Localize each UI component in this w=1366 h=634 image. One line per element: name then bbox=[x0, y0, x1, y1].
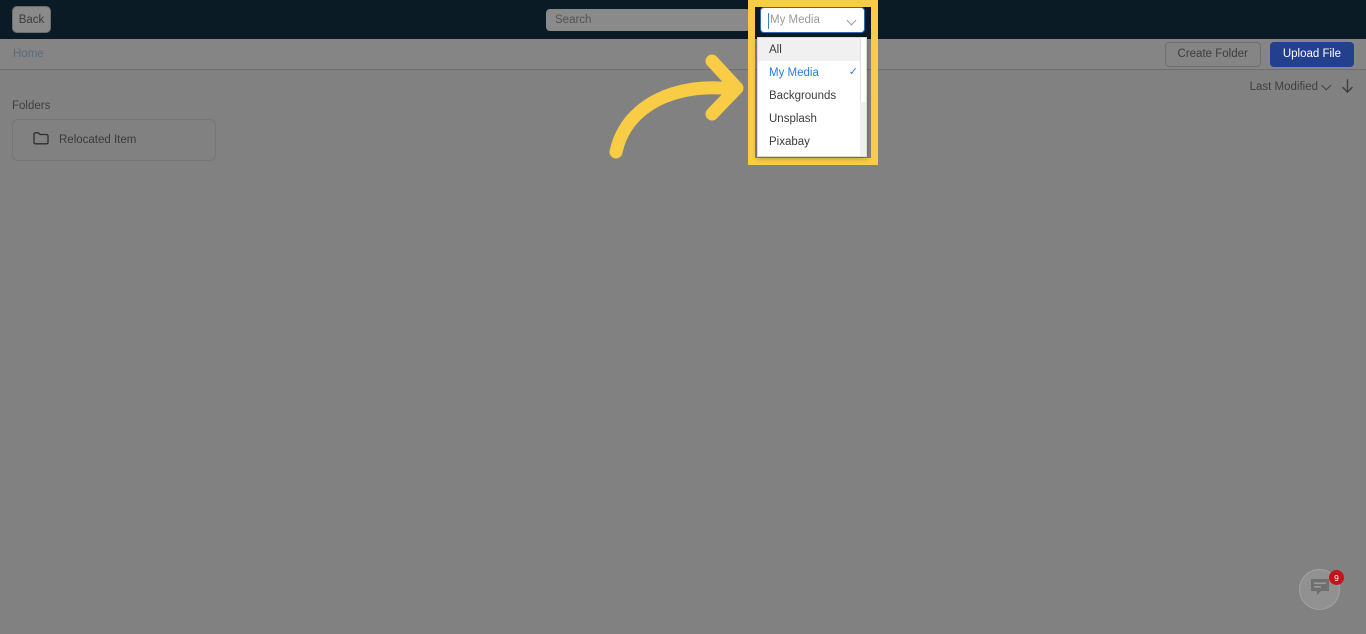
upload-file-button[interactable]: Upload File bbox=[1269, 41, 1354, 67]
media-source-select-control[interactable]: My Media bbox=[760, 7, 865, 33]
dropdown-option-pixabay[interactable]: Pixabay bbox=[758, 130, 866, 153]
dropdown-option-label: Pixabay bbox=[769, 135, 810, 148]
chat-bubble-icon bbox=[1309, 577, 1331, 602]
dropdown-scrollbar[interactable] bbox=[860, 38, 866, 156]
text-caret bbox=[768, 13, 769, 29]
dropdown-option-label: Backgrounds bbox=[769, 89, 837, 102]
chevron-down-icon bbox=[848, 16, 857, 25]
dropdown-option-label: My Media bbox=[769, 66, 819, 79]
search-input[interactable]: Search bbox=[546, 9, 750, 31]
chevron-down-icon bbox=[1323, 82, 1332, 91]
media-source-dropdown-menu[interactable]: All My Media ✓ Backgrounds Unsplash Pixa… bbox=[757, 37, 867, 157]
breadcrumb-item-home[interactable]: Home bbox=[13, 48, 44, 60]
chat-unread-badge: 9 bbox=[1329, 570, 1344, 585]
dropdown-option-label: Unsplash bbox=[769, 112, 817, 125]
search-placeholder: Search bbox=[555, 14, 592, 26]
breadcrumb-actions: Create Folder Upload File bbox=[1164, 41, 1354, 67]
media-source-select[interactable]: My Media bbox=[760, 7, 865, 33]
media-source-select-value: My Media bbox=[770, 14, 820, 26]
dropdown-option-label: All bbox=[769, 43, 782, 56]
sort-by-label: Last Modified bbox=[1249, 80, 1318, 93]
folder-card-relocated-item[interactable]: Relocated Item bbox=[12, 119, 216, 161]
check-icon: ✓ bbox=[848, 66, 858, 78]
arrow-down-icon[interactable] bbox=[1341, 79, 1354, 94]
folder-name: Relocated Item bbox=[59, 134, 137, 146]
dropdown-option-unsplash[interactable]: Unsplash bbox=[758, 107, 866, 130]
dropdown-option-my-media[interactable]: My Media ✓ bbox=[758, 61, 866, 84]
dropdown-option-backgrounds[interactable]: Backgrounds bbox=[758, 84, 866, 107]
create-folder-button[interactable]: Create Folder bbox=[1164, 41, 1261, 67]
app-root: Back Search Home Create Folder Upload Fi… bbox=[0, 0, 1366, 634]
sort-by-dropdown[interactable]: Last Modified bbox=[1250, 81, 1332, 93]
folder-icon bbox=[33, 131, 49, 150]
folders-section-label: Folders bbox=[12, 100, 51, 112]
sort-controls: Last Modified bbox=[1250, 79, 1354, 94]
dropdown-option-all[interactable]: All bbox=[758, 38, 866, 61]
dropdown-scrollbar-thumb[interactable] bbox=[860, 38, 866, 102]
breadcrumb-bar: Home Create Folder Upload File bbox=[0, 39, 1366, 70]
back-button[interactable]: Back bbox=[12, 6, 51, 33]
